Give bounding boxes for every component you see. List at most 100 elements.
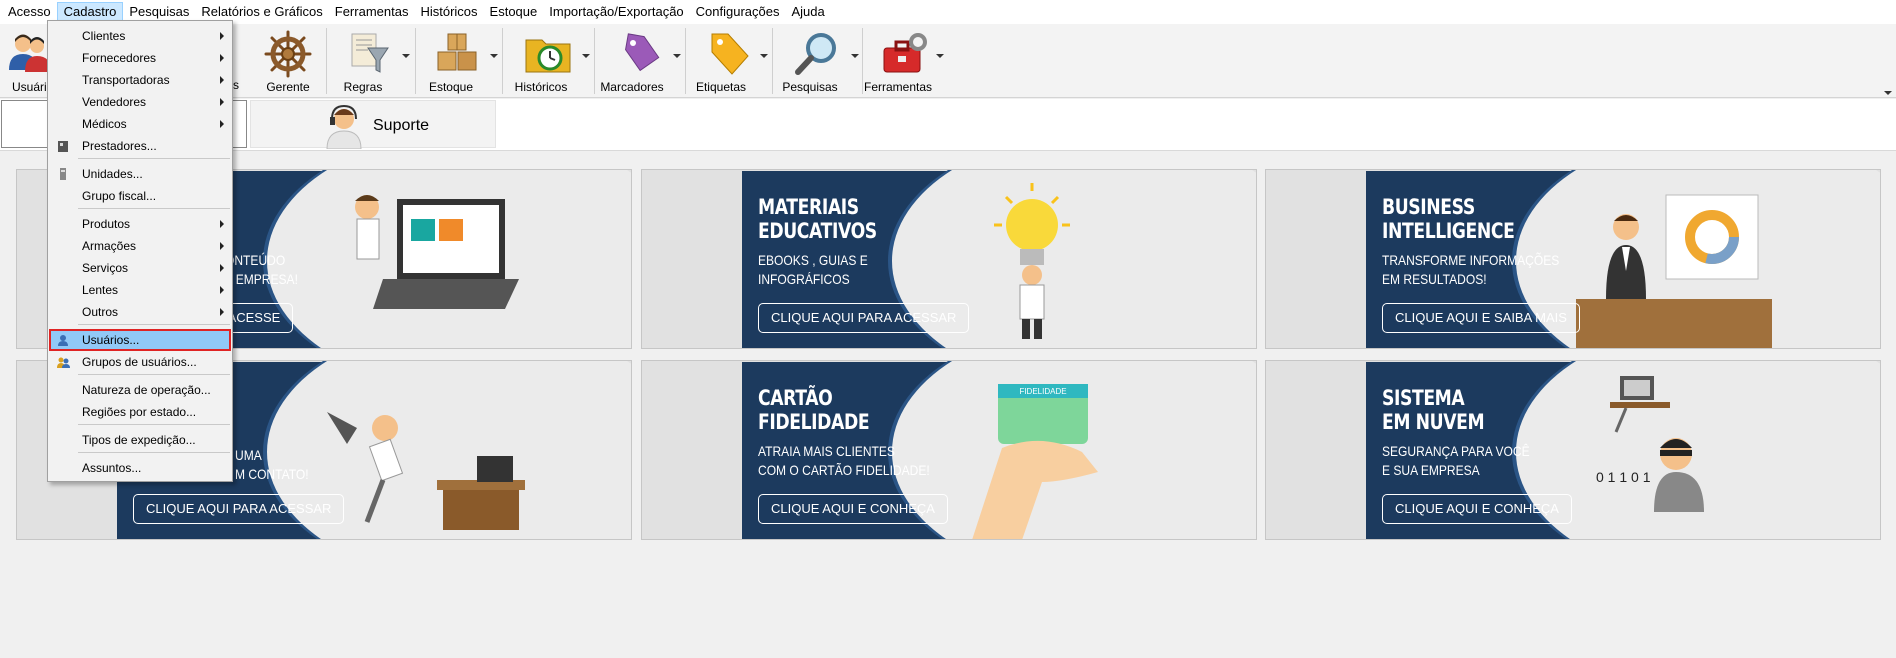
menu-historicos[interactable]: Históricos bbox=[414, 2, 483, 22]
submenu-arrow-icon bbox=[220, 120, 224, 128]
tab-suporte[interactable]: Suporte bbox=[250, 100, 496, 149]
history-folder-icon bbox=[525, 39, 571, 73]
menu-ajuda[interactable]: Ajuda bbox=[785, 2, 830, 22]
banner-cta-button[interactable]: CLIQUE AQUI PARA ACESSAR bbox=[758, 303, 970, 333]
menu-item-produtos[interactable]: Produtos bbox=[50, 214, 230, 234]
etiquetas-button[interactable]: Etiquetas bbox=[688, 26, 768, 96]
pesquisas-dropdown-arrow[interactable] bbox=[851, 54, 859, 58]
ship-wheel-icon bbox=[264, 30, 312, 78]
tag-icon bbox=[625, 33, 660, 72]
marcadores-dropdown-arrow[interactable] bbox=[673, 54, 681, 58]
banner-subtitle: EBOOKS , GUIAS E INFOGRÁFICOS bbox=[758, 252, 868, 287]
menu-item-lentes[interactable]: Lentes bbox=[50, 280, 230, 300]
toolbar-separator bbox=[326, 28, 327, 94]
toolbar-separator bbox=[862, 28, 863, 94]
menu-item-tipos-expedicao[interactable]: Tipos de expedição... bbox=[50, 430, 230, 450]
menu-item-grupos-usuarios[interactable]: Grupos de usuários... bbox=[50, 352, 230, 372]
submenu-arrow-icon bbox=[220, 32, 224, 40]
loyalty-card-illustration: FIDELIDADE bbox=[972, 384, 1098, 539]
menu-item-outros[interactable]: Outros bbox=[50, 302, 230, 322]
banner-panel: BUSINESS INTELLIGENCE TRANSFORME INFORMAÇ… bbox=[1366, 170, 1880, 348]
submenu-arrow-icon bbox=[220, 242, 224, 250]
banner-title: CARTÃO FIDELIDADE bbox=[758, 386, 870, 434]
hacker-illustration: 0 1 1 0 1 bbox=[1596, 376, 1704, 512]
menu-item-prestadores[interactable]: Prestadores... bbox=[50, 136, 230, 156]
banner-cartao-fidelidade[interactable]: CARTÃO FIDELIDADE ATRAIA MAIS CLIENTES COM… bbox=[641, 360, 1257, 540]
menu-item-fornecedores[interactable]: Fornecedores bbox=[50, 48, 230, 68]
unidades-icon bbox=[60, 168, 66, 180]
cadastro-dropdown-menu: Clientes Fornecedores Transportadoras Ve… bbox=[47, 20, 233, 482]
boxes-icon bbox=[437, 33, 477, 71]
submenu-arrow-icon bbox=[220, 264, 224, 272]
menu-item-clientes[interactable]: Clientes bbox=[50, 26, 230, 46]
menu-configuracoes[interactable]: Configurações bbox=[690, 2, 786, 22]
menu-item-assuntos[interactable]: Assuntos... bbox=[50, 458, 230, 478]
banner-panel: CARTÃO FIDELIDADE ATRAIA MAIS CLIENTES COM… bbox=[742, 361, 1256, 539]
pesquisas-button[interactable]: Pesquisas bbox=[775, 26, 859, 96]
menu-cadastro[interactable]: Cadastro bbox=[56, 2, 124, 22]
menu-separator bbox=[78, 158, 230, 159]
menu-item-medicos[interactable]: Médicos bbox=[50, 114, 230, 134]
rules-document-icon bbox=[351, 33, 389, 73]
marcadores-button[interactable]: Marcadores bbox=[597, 26, 681, 96]
banner-title: MATERIAIS EDUCATIVOS bbox=[758, 195, 877, 243]
menu-item-grupo-fiscal[interactable]: Grupo fiscal... bbox=[50, 186, 230, 206]
user-group-icon bbox=[57, 357, 70, 368]
estoque-button[interactable]: Estoque bbox=[418, 26, 498, 96]
submenu-arrow-icon bbox=[220, 308, 224, 316]
toolbar-separator bbox=[685, 28, 686, 94]
submenu-arrow-icon bbox=[220, 98, 224, 106]
menu-item-usuarios[interactable]: Usuários... bbox=[49, 329, 231, 351]
menu-relatorios[interactable]: Relatórios e Gráficos bbox=[195, 2, 328, 22]
menu-item-unidades[interactable]: Unidades... bbox=[50, 164, 230, 184]
banner-business-intelligence[interactable]: BUSINESS INTELLIGENCE TRANSFORME INFORMAÇ… bbox=[1265, 169, 1881, 349]
banner-subtitle: ONTEÚDO A EMPRESA! bbox=[225, 252, 298, 287]
toolbar-overflow-arrow[interactable] bbox=[1884, 91, 1892, 95]
toolbar-separator bbox=[772, 28, 773, 94]
menu-item-servicos[interactable]: Serviços bbox=[50, 258, 230, 278]
menu-ferramentas[interactable]: Ferramentas bbox=[329, 2, 415, 22]
dashboard-content: ONTEÚDO A EMPRESA! E ACESSE MATERIAIS EDUC… bbox=[0, 152, 1896, 658]
menu-separator bbox=[78, 324, 230, 325]
historicos-button[interactable]: Históricos bbox=[506, 26, 590, 96]
gerente-button[interactable]: Gerente bbox=[258, 26, 318, 96]
estoque-dropdown-arrow[interactable] bbox=[490, 54, 498, 58]
regras-dropdown-arrow[interactable] bbox=[402, 54, 410, 58]
banner-sistema-em-nuvem[interactable]: SISTEMA EM NUVEM SEGURANÇA PARA VOCÊ E SUA… bbox=[1265, 360, 1881, 540]
tab-strip: Suporte bbox=[0, 99, 1896, 151]
historicos-dropdown-arrow[interactable] bbox=[582, 54, 590, 58]
menu-estoque[interactable]: Estoque bbox=[484, 2, 544, 22]
user-icon bbox=[58, 335, 68, 346]
menu-pesquisas[interactable]: Pesquisas bbox=[123, 2, 195, 22]
banner-cta-button[interactable]: CLIQUE AQUI E CONHEÇA bbox=[758, 494, 948, 524]
banner-title: SISTEMA EM NUVEM bbox=[1382, 386, 1485, 434]
menu-bar: Acesso Cadastro Pesquisas Relatórios e G… bbox=[0, 0, 1896, 24]
banner-title: BUSINESS INTELLIGENCE bbox=[1382, 195, 1515, 243]
menu-acesso[interactable]: Acesso bbox=[2, 2, 57, 22]
submenu-arrow-icon bbox=[220, 76, 224, 84]
ferramentas-button[interactable]: Ferramentas bbox=[864, 26, 944, 96]
regras-button[interactable]: Regras bbox=[330, 26, 410, 96]
laptop-illustration bbox=[355, 195, 519, 309]
toolbar-partial-label: s bbox=[233, 78, 239, 92]
menu-item-natureza-operacao[interactable]: Natureza de operação... bbox=[50, 380, 230, 400]
menu-item-armacoes[interactable]: Armações bbox=[50, 236, 230, 256]
banner-cta-button[interactable]: CLIQUE AQUI E SAIBA MAIS bbox=[1382, 303, 1580, 333]
label-icon bbox=[711, 33, 749, 75]
menu-item-regioes-estado[interactable]: Regiões por estado... bbox=[50, 402, 230, 422]
submenu-arrow-icon bbox=[220, 54, 224, 62]
banner-subtitle: TRANSFORME INFORMAÇÕES EM RESULTADOS! bbox=[1382, 252, 1560, 287]
tab-suporte-label: Suporte bbox=[373, 117, 430, 134]
menu-importacao[interactable]: Importação/Exportação bbox=[543, 2, 689, 22]
etiquetas-dropdown-arrow[interactable] bbox=[760, 54, 768, 58]
banner-cta-button[interactable]: CLIQUE AQUI E CONHEÇA bbox=[1382, 494, 1572, 524]
ferramentas-dropdown-arrow[interactable] bbox=[936, 54, 944, 58]
banner-panel: SISTEMA EM NUVEM SEGURANÇA PARA VOCÊ E SUA… bbox=[1366, 361, 1880, 539]
menu-item-vendedores[interactable]: Vendedores bbox=[50, 92, 230, 112]
banner-materiais-educativos[interactable]: MATERIAIS EDUCATIVOS EBOOKS , GUIAS E INFO… bbox=[641, 169, 1257, 349]
submenu-arrow-icon bbox=[220, 286, 224, 294]
prestadores-icon bbox=[58, 141, 68, 152]
banner-cta-button[interactable]: CLIQUE AQUI PARA ACESSAR bbox=[133, 494, 345, 524]
menu-item-transportadoras[interactable]: Transportadoras bbox=[50, 70, 230, 90]
banner-panel: MATERIAIS EDUCATIVOS EBOOKS , GUIAS E INFO… bbox=[742, 170, 1256, 348]
